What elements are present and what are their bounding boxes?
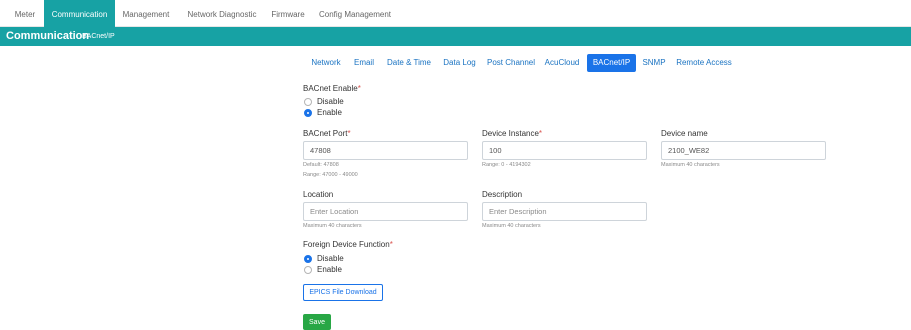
bacnet-port-input[interactable] bbox=[303, 141, 468, 160]
bacnet-enable-label: BACnet Enable* bbox=[303, 84, 361, 93]
bacnet-port-default-hint: Default: 47808 bbox=[303, 162, 339, 168]
location-hint: Maximum 40 characters bbox=[303, 223, 362, 229]
page-header: Communication BACnet/IP bbox=[0, 27, 911, 46]
page-title: Communication bbox=[6, 30, 90, 42]
save-button[interactable]: Save bbox=[303, 314, 331, 330]
tab-email[interactable]: Email bbox=[352, 54, 376, 72]
tab-remote-access[interactable]: Remote Access bbox=[675, 54, 733, 72]
tab-post-channel[interactable]: Post Channel bbox=[486, 54, 536, 72]
bacnet-enable-enable-option[interactable]: Enable bbox=[304, 108, 342, 117]
device-instance-input[interactable] bbox=[482, 141, 647, 160]
tab-date-time[interactable]: Date & Time bbox=[385, 54, 433, 72]
top-tab-communication[interactable]: Communication bbox=[44, 0, 115, 27]
tab-acucloud[interactable]: AcuCloud bbox=[544, 54, 580, 72]
device-instance-hint: Range: 0 - 4194302 bbox=[482, 162, 531, 168]
description-hint: Maximum 40 characters bbox=[482, 223, 541, 229]
top-tab-management[interactable]: Management bbox=[118, 0, 174, 27]
device-name-hint: Maximum 40 characters bbox=[661, 162, 720, 168]
epics-file-download-button[interactable]: EPICS File Download bbox=[303, 284, 383, 301]
description-input[interactable] bbox=[482, 202, 647, 221]
bacnet-port-range-hint: Range: 47000 - 49000 bbox=[303, 172, 358, 178]
description-label: Description bbox=[482, 190, 523, 199]
radio-button[interactable] bbox=[304, 97, 312, 106]
radio-button-selected[interactable] bbox=[304, 108, 312, 117]
tab-bacnet-ip[interactable]: BACnet/IP bbox=[587, 54, 636, 72]
top-nav: Meter Communication Management Network D… bbox=[0, 0, 911, 27]
device-name-input[interactable] bbox=[661, 141, 826, 160]
top-tab-meter[interactable]: Meter bbox=[6, 0, 44, 27]
location-label: Location bbox=[303, 190, 334, 199]
bacnet-port-label: BACnet Port* bbox=[303, 129, 351, 138]
tab-snmp[interactable]: SNMP bbox=[641, 54, 667, 72]
top-tab-network-diagnostic[interactable]: Network Diagnostic bbox=[182, 0, 262, 27]
bacnet-enable-disable-option[interactable]: Disable bbox=[304, 97, 344, 106]
top-tab-config-management[interactable]: Config Management bbox=[316, 0, 394, 27]
foreign-device-enable-option[interactable]: Enable bbox=[304, 265, 342, 274]
device-instance-label: Device Instance* bbox=[482, 129, 543, 138]
tab-network[interactable]: Network bbox=[309, 54, 343, 72]
radio-button[interactable] bbox=[304, 265, 312, 274]
foreign-device-disable-option[interactable]: Disable bbox=[304, 254, 344, 263]
tab-data-log[interactable]: Data Log bbox=[442, 54, 477, 72]
page-subtitle: BACnet/IP bbox=[82, 33, 115, 40]
device-name-label: Device name bbox=[661, 129, 708, 138]
top-tab-firmware[interactable]: Firmware bbox=[268, 0, 308, 27]
foreign-device-label: Foreign Device Function* bbox=[303, 240, 393, 249]
location-input[interactable] bbox=[303, 202, 468, 221]
radio-button-selected[interactable] bbox=[304, 254, 312, 263]
